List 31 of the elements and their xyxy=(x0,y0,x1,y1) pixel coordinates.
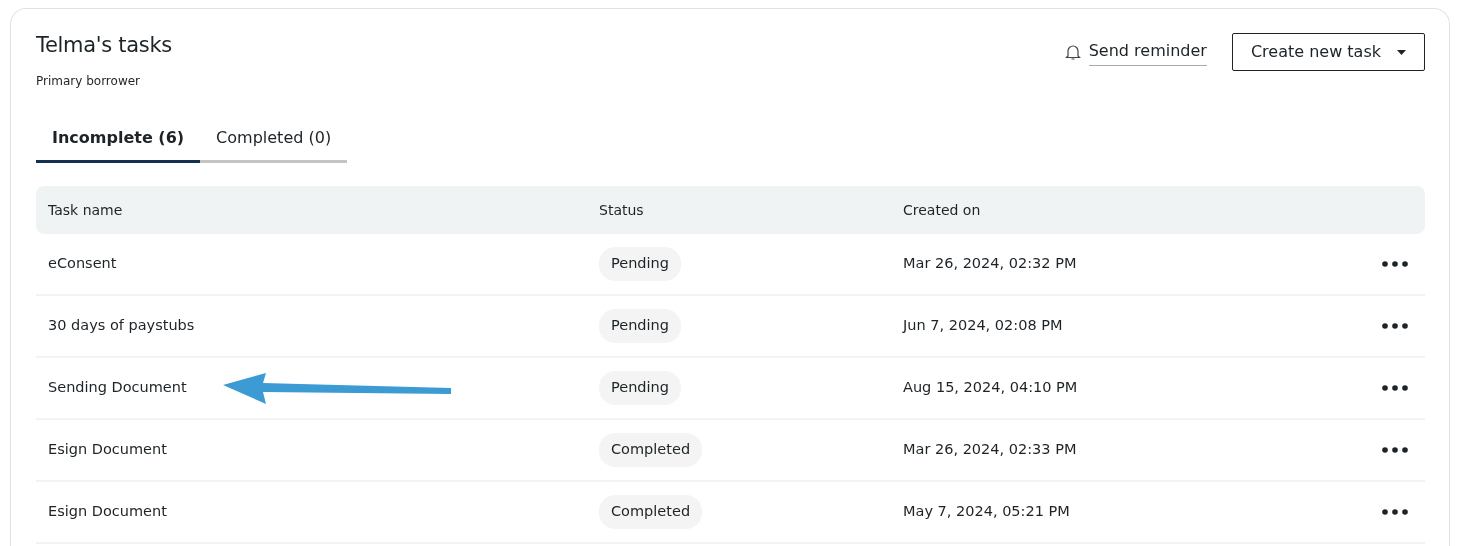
created-date: Jun 7, 2024, 02:08 PM xyxy=(903,317,1063,334)
more-options-icon[interactable] xyxy=(1382,447,1408,454)
created-date: Mar 26, 2024, 02:32 PM xyxy=(903,255,1077,272)
status-badge: Completed xyxy=(599,433,703,468)
task-name: Esign Document xyxy=(48,503,167,520)
status-badge: Pending xyxy=(599,309,681,344)
more-options-icon[interactable] xyxy=(1382,261,1408,268)
tab[interactable]: Completed (0) xyxy=(200,118,348,164)
task-name: Esign Document xyxy=(48,441,167,458)
send-reminder-link[interactable]: Send reminder xyxy=(1088,38,1207,66)
more-options-icon[interactable] xyxy=(1382,509,1408,516)
status-badge: Pending xyxy=(599,247,681,282)
created-date: May 7, 2024, 05:21 PM xyxy=(903,503,1070,520)
column-header: Created on xyxy=(903,201,981,218)
bell-icon xyxy=(1064,43,1081,61)
caret-icon xyxy=(1397,49,1406,55)
column-header: Task name xyxy=(48,201,123,218)
created-date: Aug 15, 2024, 04:10 PM xyxy=(903,379,1078,396)
more-options-icon[interactable] xyxy=(1382,323,1408,330)
task-name: eConsent xyxy=(48,255,117,272)
task-name: Sending Document xyxy=(48,379,187,396)
created-date: Mar 26, 2024, 02:33 PM xyxy=(903,441,1077,458)
tab[interactable]: Incomplete (6) xyxy=(36,118,201,164)
status-badge: Pending xyxy=(599,371,681,406)
column-header: Status xyxy=(599,201,644,218)
create-task-dropdown[interactable]: Create new task xyxy=(1231,33,1425,71)
page-title: Telma's tasks xyxy=(36,33,172,59)
status-badge: Completed xyxy=(599,495,703,530)
task-name: 30 days of paystubs xyxy=(48,317,195,334)
more-options-icon[interactable] xyxy=(1382,385,1408,392)
subtitle: Primary borrower xyxy=(36,73,141,91)
